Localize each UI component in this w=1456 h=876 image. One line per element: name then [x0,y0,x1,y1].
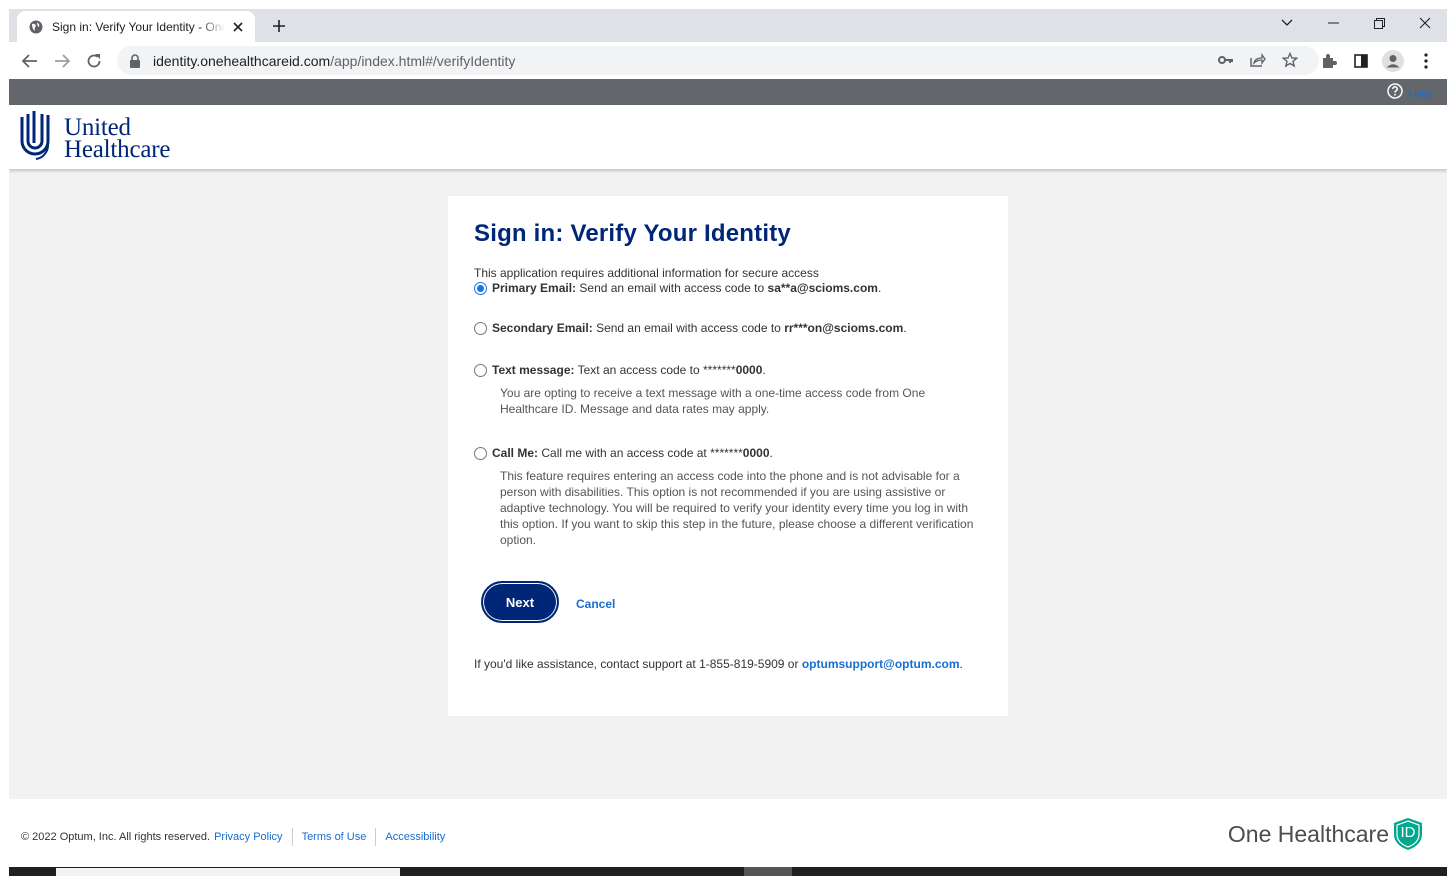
option-text: Secondary Email: Send an email with acce… [492,321,907,335]
option-label: Text message: [492,363,575,377]
bookmark-star-icon[interactable] [1279,49,1301,71]
option-suffix: . [769,446,773,460]
brand-wordmark: United Healthcare [64,115,171,163]
main-content: Sign in: Verify Your Identity This appli… [9,169,1447,799]
verification-option[interactable]: Primary Email: Send an email with access… [474,281,982,295]
option-description: Call me with an access code at ******* [541,446,743,460]
help-link[interactable]: Help [1387,83,1433,104]
accessibility-link[interactable]: Accessibility [376,831,454,843]
verification-option[interactable]: Text message: Text an access code to ***… [474,363,982,377]
reload-icon[interactable] [80,47,108,75]
option-radio[interactable] [474,446,487,460]
intro-text: This application requires additional inf… [474,266,819,280]
address-bar[interactable]: identity.onehealthcareid.com/app/index.h… [117,46,1319,75]
option-target: sa**a@scioms.com [767,281,878,295]
verification-option[interactable]: Call Me: Call me with an access code at … [474,446,982,460]
taskbar-app[interactable] [744,867,792,876]
site-header: United Healthcare [9,105,1447,169]
verification-option[interactable]: Secondary Email: Send an email with acce… [474,321,982,335]
option-suffix: . [877,281,882,295]
assistance-message: If you'd like assistance, contact suppor… [474,657,799,671]
option-description: Send an email with access code to [596,321,781,335]
option-suffix: . [903,321,907,335]
verify-identity-card: Sign in: Verify Your Identity This appli… [448,196,1008,716]
url-path: /app/index.html#/verifyIdentity [330,52,516,69]
one-healthcare-id-logo: One Healthcare ID [1228,817,1423,851]
option-note: You are opting to receive a text message… [500,386,926,416]
option-block: Primary Email: Send an email with access… [474,281,982,295]
next-button[interactable]: Next [481,581,559,623]
option-radio[interactable] [474,281,487,295]
privacy-policy-link[interactable]: Privacy Policy [210,831,291,843]
assistance-text: If you'd like assistance, contact suppor… [474,657,982,671]
option-radio[interactable] [474,321,487,335]
option-target: 0000 [742,446,770,460]
globe-icon [29,20,43,34]
browser-window: Sign in: Verify Your Identity - One Heal… [9,9,1447,876]
assistance-suffix: . [959,657,963,671]
profile-avatar-icon[interactable] [1381,49,1405,73]
option-text: Primary Email: Send an email with access… [492,281,881,295]
option-suffix: . [762,363,766,377]
close-window-icon[interactable] [1402,9,1447,37]
terms-of-use-link[interactable]: Terms of Use [293,831,376,843]
url-text: identity.onehealthcareid.com/app/index.h… [153,53,515,69]
option-description: Text an access code to ******* [577,363,736,377]
option-description: Send an email with access code to [579,281,765,295]
id-badge-text: ID [1400,824,1416,841]
option-block: Text message: Text an access code to ***… [474,363,982,417]
restore-icon[interactable] [1356,9,1402,37]
back-arrow-icon[interactable] [16,47,44,75]
tab-strip: Sign in: Verify Your Identity - One Heal… [9,9,1447,42]
option-target: rr***on@scioms.com [784,321,904,335]
cancel-link[interactable]: Cancel [576,597,615,611]
close-tab-icon[interactable] [229,18,247,36]
unitedhealthcare-logo[interactable]: United Healthcare [20,111,170,166]
new-tab-icon[interactable] [267,14,291,38]
option-block: Call Me: Call me with an access code at … [474,446,982,548]
url-host: identity.onehealthcareid.com [153,52,331,69]
tab-title: Sign in: Verify Your Identity - One Heal… [52,19,225,34]
option-label: Primary Email: [492,281,577,295]
lock-icon[interactable] [129,53,141,68]
forward-arrow-icon[interactable] [48,47,76,75]
option-note: This feature requires entering an access… [500,469,974,547]
page-title: Sign in: Verify Your Identity [474,220,791,247]
form-actions: Next Cancel [474,581,982,623]
uhc-u-mark-icon [20,111,50,166]
option-block: Secondary Email: Send an email with acce… [474,321,982,335]
key-icon[interactable] [1215,49,1237,71]
menu-kebab-icon[interactable] [1414,49,1438,73]
copyright-text: © 2022 Optum, Inc. All rights reserved. [21,831,211,843]
support-email-link[interactable]: optumsupport@optum.com [802,657,960,671]
tab-search-icon[interactable] [1264,9,1310,37]
verification-options: Primary Email: Send an email with access… [474,281,982,548]
option-text: Text message: Text an access code to ***… [492,363,766,377]
help-question-icon [1387,83,1404,104]
browser-toolbar: identity.onehealthcareid.com/app/index.h… [9,42,1447,79]
help-bar: Help [9,79,1447,105]
option-label: Secondary Email: [492,321,593,335]
site-footer: © 2022 Optum, Inc. All rights reserved. … [9,799,1447,867]
minimize-icon[interactable] [1310,9,1356,37]
share-icon[interactable] [1247,49,1269,71]
option-radio[interactable] [474,363,487,377]
extensions-puzzle-icon[interactable] [1317,49,1341,73]
option-target: 0000 [735,363,763,377]
id-shield-icon: ID [1393,817,1423,851]
brand-text: One Healthcare [1227,820,1389,847]
browser-tab[interactable]: Sign in: Verify Your Identity - One Heal… [17,11,255,42]
help-label[interactable]: Help [1408,87,1433,101]
footer-links: © 2022 Optum, Inc. All rights reserved. … [21,828,454,846]
os-taskbar [9,867,1447,876]
side-panel-icon[interactable] [1349,49,1373,73]
taskbar-search-box[interactable] [56,868,400,876]
option-label: Call Me: [492,446,539,460]
option-text: Call Me: Call me with an access code at … [492,446,773,460]
brand-line-2: Healthcare [64,135,171,163]
